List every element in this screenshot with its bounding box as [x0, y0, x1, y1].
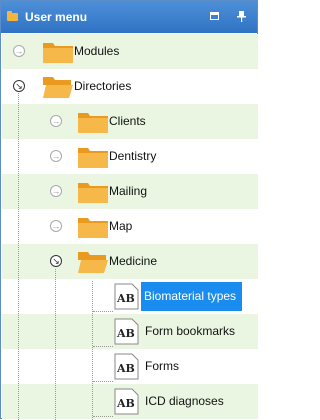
ab-text: AB [116, 362, 135, 375]
tree-item-label: Mailing [109, 184, 148, 198]
folder-icon [43, 43, 73, 63]
ab-text: AB [116, 397, 135, 410]
document-ab-icon: AB [114, 283, 139, 310]
tree-item-label: Form bookmarks [145, 324, 236, 338]
tree-guide-line [92, 281, 93, 420]
tree-item-icd-diagnoses[interactable]: AB ICD diagnoses [2, 384, 258, 419]
tree-guide-line [93, 381, 113, 382]
expand-icon[interactable]: → [50, 220, 62, 232]
restore-window-icon[interactable] [210, 12, 219, 20]
expand-icon[interactable]: → [13, 45, 25, 57]
tree-item-label: Clients [109, 114, 146, 128]
folder-icon [78, 218, 108, 238]
tree-item-forms[interactable]: AB Forms [2, 349, 258, 384]
tree-item-clients[interactable]: → Clients [2, 104, 258, 139]
collapse-icon[interactable]: ↘ [13, 80, 25, 92]
expand-icon[interactable]: → [50, 150, 62, 162]
tree-item-label: Forms [145, 359, 179, 373]
panel-title: User menu [25, 10, 88, 24]
document-ab-icon: AB [114, 388, 139, 415]
tree-item-label: Biomaterial types [141, 282, 243, 311]
tree-item-map[interactable]: → Map [2, 209, 258, 244]
expand-icon[interactable]: → [50, 115, 62, 127]
tree-item-biomaterial-types[interactable]: AB Biomaterial types [2, 279, 258, 314]
tree-item-label: ICD diagnoses [145, 394, 224, 408]
open-folder-icon [43, 77, 73, 98]
open-folder-icon [78, 252, 108, 273]
user-menu-panel: User menu → Modules ↘ Directories → Clie… [0, 0, 258, 420]
tree-item-label: Dentistry [109, 149, 157, 163]
tree-item-label: Map [109, 219, 133, 233]
folder-icon [78, 148, 108, 168]
collapse-icon[interactable]: ↘ [50, 255, 62, 267]
tree-guide-line [55, 269, 56, 420]
expand-icon[interactable]: → [50, 185, 62, 197]
tree-guide-line [93, 416, 113, 417]
tree-item-label: Modules [74, 44, 120, 58]
document-ab-icon: AB [114, 318, 139, 345]
folder-icon [78, 183, 108, 203]
ab-text: AB [116, 292, 135, 305]
tree-guide-line [93, 311, 113, 312]
tree-item-label: Directories [74, 79, 132, 93]
tree-item-medicine[interactable]: ↘ Medicine [2, 244, 258, 279]
ab-text: AB [116, 327, 135, 340]
tree-item-form-bookmarks[interactable]: AB Form bookmarks [2, 314, 258, 349]
tree-item-directories[interactable]: ↘ Directories [2, 69, 258, 104]
document-ab-icon: AB [114, 353, 139, 380]
tree-item-mailing[interactable]: → Mailing [2, 174, 258, 209]
panel-header: User menu [1, 1, 257, 33]
tree-item-dentistry[interactable]: → Dentistry [2, 139, 258, 174]
pin-icon[interactable] [237, 11, 246, 22]
tree-guide-line [93, 346, 113, 347]
folder-icon [78, 113, 108, 133]
folder-icon [7, 11, 18, 21]
tree-item-label: Medicine [109, 254, 158, 268]
tree-item-modules[interactable]: → Modules [2, 34, 258, 69]
tree-guide-line [18, 93, 19, 420]
